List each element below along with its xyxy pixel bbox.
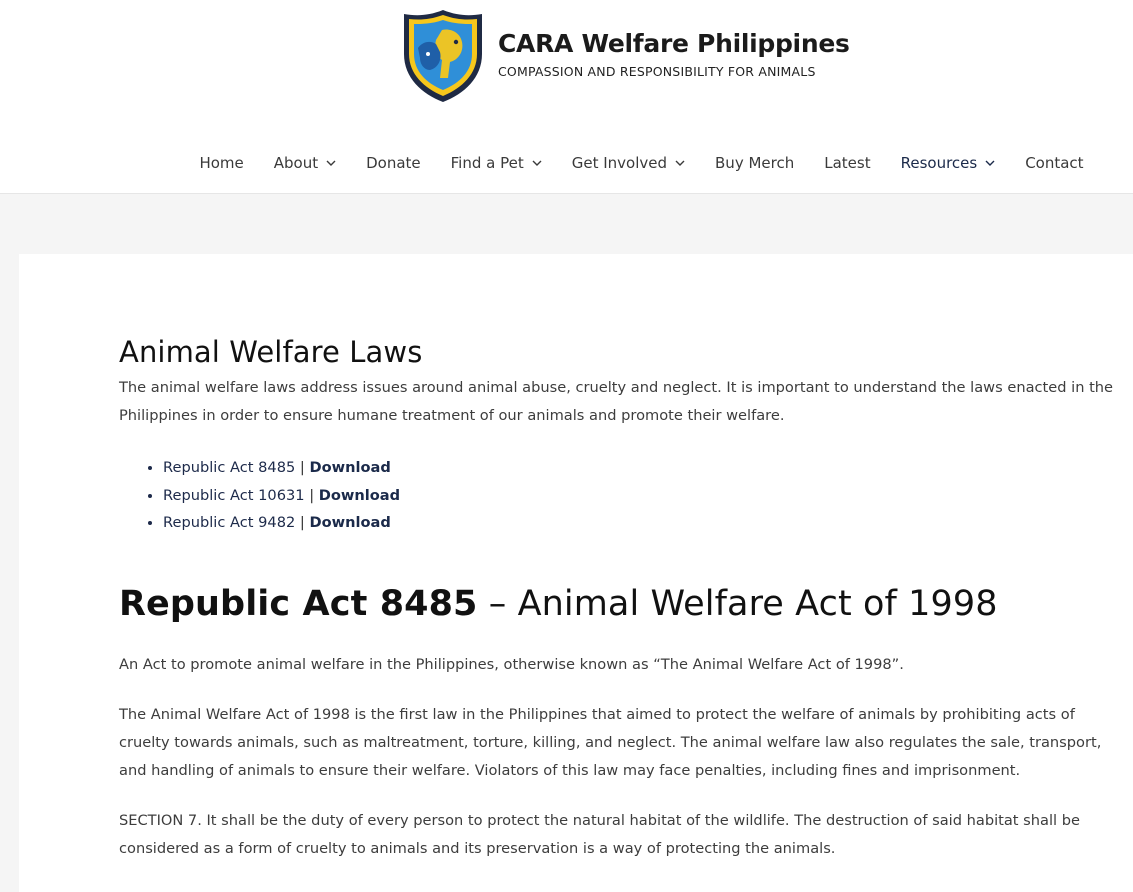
nav-item-donate[interactable]: Donate — [351, 150, 436, 176]
nav-label: Find a Pet — [450, 154, 524, 172]
act-name: Republic Act 9482 — [163, 514, 296, 531]
nav-label: Donate — [366, 154, 421, 172]
body-paragraph: An Act to promote animal welfare in the … — [119, 655, 904, 673]
nav-item-resources[interactable]: Resources — [886, 150, 1011, 176]
nav-item-contact[interactable]: Contact — [1010, 150, 1098, 176]
list-item: Republic Act 10631 | Download — [163, 482, 1119, 510]
nav-item-find-a-pet[interactable]: Find a Pet — [436, 150, 557, 176]
nav-label: Get Involved — [571, 154, 668, 172]
nav-label: Latest — [824, 154, 871, 172]
brand[interactable]: CARA Welfare Philippines COMPASSION AND … — [400, 8, 850, 104]
nav-label: Buy Merch — [715, 154, 795, 172]
download-link[interactable]: Download — [319, 487, 400, 504]
nav-label: Home — [199, 154, 244, 172]
act-name: Republic Act 10631 — [163, 486, 305, 504]
chevron-down-icon — [985, 160, 995, 166]
site-tagline: COMPASSION AND RESPONSIBILITY FOR ANIMAL… — [498, 64, 816, 79]
site-header: CARA Welfare Philippines COMPASSION AND … — [0, 0, 1133, 194]
act-heading: Republic Act 8485 – Animal Welfare Act o… — [119, 581, 1119, 627]
nav-list: Home About Donate Find a Pet Get Involve… — [184, 150, 1098, 176]
brand-text: CARA Welfare Philippines COMPASSION AND … — [498, 29, 850, 79]
intro-paragraph: The animal welfare laws address issues a… — [119, 379, 1114, 424]
body-paragraph: SECTION 7. It shall be the duty of every… — [119, 811, 1080, 857]
list-item: Republic Act 8485 | Download — [163, 454, 1119, 482]
nav-label: Resources — [900, 154, 978, 172]
nav-label: Contact — [1025, 154, 1084, 172]
separator: | — [299, 459, 305, 476]
list-item: Republic Act 9482 | Download — [163, 509, 1119, 537]
main-nav: Home About Donate Find a Pet Get Involve… — [0, 150, 1133, 176]
act-name: Republic Act 8485 — [163, 459, 296, 476]
nav-item-buy-merch[interactable]: Buy Merch — [700, 150, 809, 176]
chevron-down-icon — [532, 160, 542, 166]
body-paragraph: The Animal Welfare Act of 1998 is the fi… — [119, 705, 1102, 779]
separator: | — [299, 514, 305, 531]
nav-item-get-involved[interactable]: Get Involved — [557, 150, 700, 176]
section-title: Animal Welfare Laws — [119, 335, 423, 369]
content-card: Animal Welfare Laws The animal welfare l… — [19, 254, 1133, 892]
act-heading-rest: – Animal Welfare Act of 1998 — [477, 583, 998, 624]
article: Animal Welfare Laws The animal welfare l… — [119, 334, 1119, 863]
download-link[interactable]: Download — [309, 459, 390, 476]
chevron-down-icon — [326, 160, 336, 166]
nav-label: About — [273, 154, 319, 172]
separator: | — [309, 486, 315, 504]
nav-item-home[interactable]: Home — [184, 150, 258, 176]
shield-cat-dog-logo-icon[interactable] — [400, 8, 486, 104]
acts-list: Republic Act 8485 | Download Republic Ac… — [163, 454, 1119, 537]
download-link[interactable]: Download — [309, 514, 390, 531]
act-heading-strong: Republic Act 8485 — [119, 583, 478, 624]
nav-item-about[interactable]: About — [259, 150, 351, 176]
nav-item-latest[interactable]: Latest — [809, 150, 885, 176]
chevron-down-icon — [675, 160, 685, 166]
site-title[interactable]: CARA Welfare Philippines — [498, 29, 850, 58]
